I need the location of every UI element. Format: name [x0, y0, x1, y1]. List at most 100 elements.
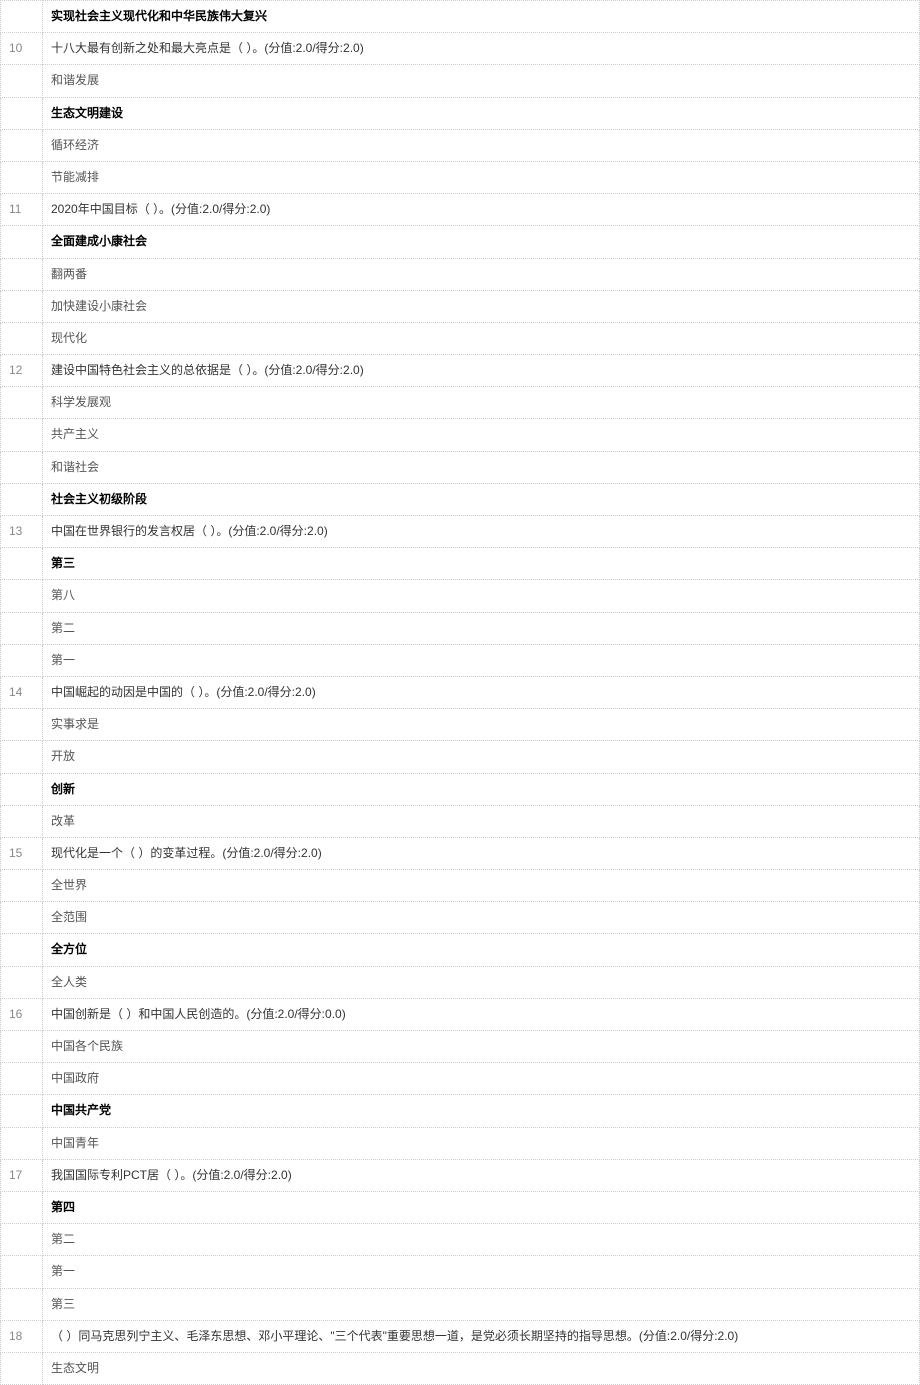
question-number-cell — [1, 1288, 43, 1320]
question-number-cell — [1, 805, 43, 837]
question-number-cell — [1, 1031, 43, 1063]
answer-option: 全人类 — [43, 966, 920, 998]
question-number-cell — [1, 902, 43, 934]
table-row: 科学发展观 — [1, 387, 920, 419]
answer-option: 实事求是 — [43, 709, 920, 741]
answer-option: 第二 — [43, 612, 920, 644]
question-number-cell — [1, 97, 43, 129]
table-row: 社会主义初级阶段 — [1, 483, 920, 515]
question-number-cell — [1, 1352, 43, 1384]
question-number-cell — [1, 709, 43, 741]
table-row: 和谐发展 — [1, 65, 920, 97]
question-number-cell — [1, 966, 43, 998]
answer-option: 中国政府 — [43, 1063, 920, 1095]
table-row: 实现社会主义现代化和中华民族伟大复兴 — [1, 1, 920, 33]
question-number-cell — [1, 129, 43, 161]
answer-option: 生态文明建设 — [43, 97, 920, 129]
table-row: 创新 — [1, 773, 920, 805]
question-number-cell: 13 — [1, 516, 43, 548]
table-row: 现代化 — [1, 322, 920, 354]
table-row: 生态文明 — [1, 1352, 920, 1384]
question-number-cell — [1, 580, 43, 612]
question-number-cell — [1, 290, 43, 322]
table-row: 节能减排 — [1, 161, 920, 193]
table-row: 13中国在世界银行的发言权居（ ）。(分值:2.0/得分:2.0) — [1, 516, 920, 548]
question-number-cell — [1, 1224, 43, 1256]
answer-option: 第三 — [43, 1288, 920, 1320]
table-row: 中国各个民族 — [1, 1031, 920, 1063]
table-row: 中国共产党 — [1, 1095, 920, 1127]
question-number-cell: 14 — [1, 676, 43, 708]
table-row: 14中国崛起的动因是中国的（ ）。(分值:2.0/得分:2.0) — [1, 676, 920, 708]
answer-option: 第二 — [43, 1224, 920, 1256]
answer-option: 第三 — [43, 548, 920, 580]
table-row: 第三 — [1, 548, 920, 580]
answer-option: 生态文明 — [43, 1352, 920, 1384]
question-number-cell — [1, 1063, 43, 1095]
question-text: 中国崛起的动因是中国的（ ）。(分值:2.0/得分:2.0) — [43, 676, 920, 708]
table-row: 第二 — [1, 1224, 920, 1256]
question-number-cell: 11 — [1, 194, 43, 226]
answer-option: 和谐社会 — [43, 451, 920, 483]
table-row: 中国政府 — [1, 1063, 920, 1095]
question-number-cell — [1, 1256, 43, 1288]
question-number-cell: 18 — [1, 1320, 43, 1352]
question-number-cell — [1, 419, 43, 451]
question-text: （ ）同马克思列宁主义、毛泽东思想、邓小平理论、"三个代表"重要思想一道，是党必… — [43, 1320, 920, 1352]
answer-option: 科学发展观 — [43, 387, 920, 419]
table-row: 15现代化是一个（ ）的变革过程。(分值:2.0/得分:2.0) — [1, 837, 920, 869]
question-number-cell: 17 — [1, 1159, 43, 1191]
answer-option: 中国青年 — [43, 1127, 920, 1159]
question-text: 建设中国特色社会主义的总依据是（ ）。(分值:2.0/得分:2.0) — [43, 355, 920, 387]
answer-option: 循环经济 — [43, 129, 920, 161]
table-row: 全范围 — [1, 902, 920, 934]
answer-option: 改革 — [43, 805, 920, 837]
question-number-cell — [1, 65, 43, 97]
table-row: 全方位 — [1, 934, 920, 966]
answer-option: 现代化 — [43, 322, 920, 354]
answer-option: 实现社会主义现代化和中华民族伟大复兴 — [43, 1, 920, 33]
quiz-table: 实现社会主义现代化和中华民族伟大复兴 10十八大最有创新之处和最大亮点是（ ）。… — [0, 0, 920, 1385]
question-number-cell — [1, 1191, 43, 1223]
question-text: 中国在世界银行的发言权居（ ）。(分值:2.0/得分:2.0) — [43, 516, 920, 548]
table-row: 翻两番 — [1, 258, 920, 290]
question-number-cell — [1, 934, 43, 966]
question-text: 我国国际专利PCT居（ ）。(分值:2.0/得分:2.0) — [43, 1159, 920, 1191]
table-row: 第三 — [1, 1288, 920, 1320]
question-number-cell — [1, 870, 43, 902]
table-row: 全世界 — [1, 870, 920, 902]
answer-option: 第一 — [43, 644, 920, 676]
table-row: 全面建成小康社会 — [1, 226, 920, 258]
question-number-cell — [1, 258, 43, 290]
question-number-cell — [1, 483, 43, 515]
question-number-cell — [1, 161, 43, 193]
question-number-cell — [1, 1, 43, 33]
answer-option: 节能减排 — [43, 161, 920, 193]
answer-option: 开放 — [43, 741, 920, 773]
question-number-cell — [1, 1095, 43, 1127]
answer-option: 全范围 — [43, 902, 920, 934]
table-row: 第二 — [1, 612, 920, 644]
table-row: 第一 — [1, 644, 920, 676]
answer-option: 和谐发展 — [43, 65, 920, 97]
answer-option: 翻两番 — [43, 258, 920, 290]
answer-option: 全世界 — [43, 870, 920, 902]
answer-option: 社会主义初级阶段 — [43, 483, 920, 515]
table-row: 中国青年 — [1, 1127, 920, 1159]
question-text: 2020年中国目标（ ）。(分值:2.0/得分:2.0) — [43, 194, 920, 226]
table-row: 16中国创新是（ ）和中国人民创造的。(分值:2.0/得分:0.0) — [1, 998, 920, 1030]
table-row: 加快建设小康社会 — [1, 290, 920, 322]
table-row: 112020年中国目标（ ）。(分值:2.0/得分:2.0) — [1, 194, 920, 226]
table-row: 改革 — [1, 805, 920, 837]
answer-option: 第一 — [43, 1256, 920, 1288]
table-row: 实事求是 — [1, 709, 920, 741]
question-text: 十八大最有创新之处和最大亮点是（ ）。(分值:2.0/得分:2.0) — [43, 33, 920, 65]
question-text: 现代化是一个（ ）的变革过程。(分值:2.0/得分:2.0) — [43, 837, 920, 869]
table-row: 12建设中国特色社会主义的总依据是（ ）。(分值:2.0/得分:2.0) — [1, 355, 920, 387]
answer-option: 共产主义 — [43, 419, 920, 451]
question-number-cell: 12 — [1, 355, 43, 387]
question-text: 中国创新是（ ）和中国人民创造的。(分值:2.0/得分:0.0) — [43, 998, 920, 1030]
table-row: 第一 — [1, 1256, 920, 1288]
table-row: 17我国国际专利PCT居（ ）。(分值:2.0/得分:2.0) — [1, 1159, 920, 1191]
question-number-cell — [1, 548, 43, 580]
